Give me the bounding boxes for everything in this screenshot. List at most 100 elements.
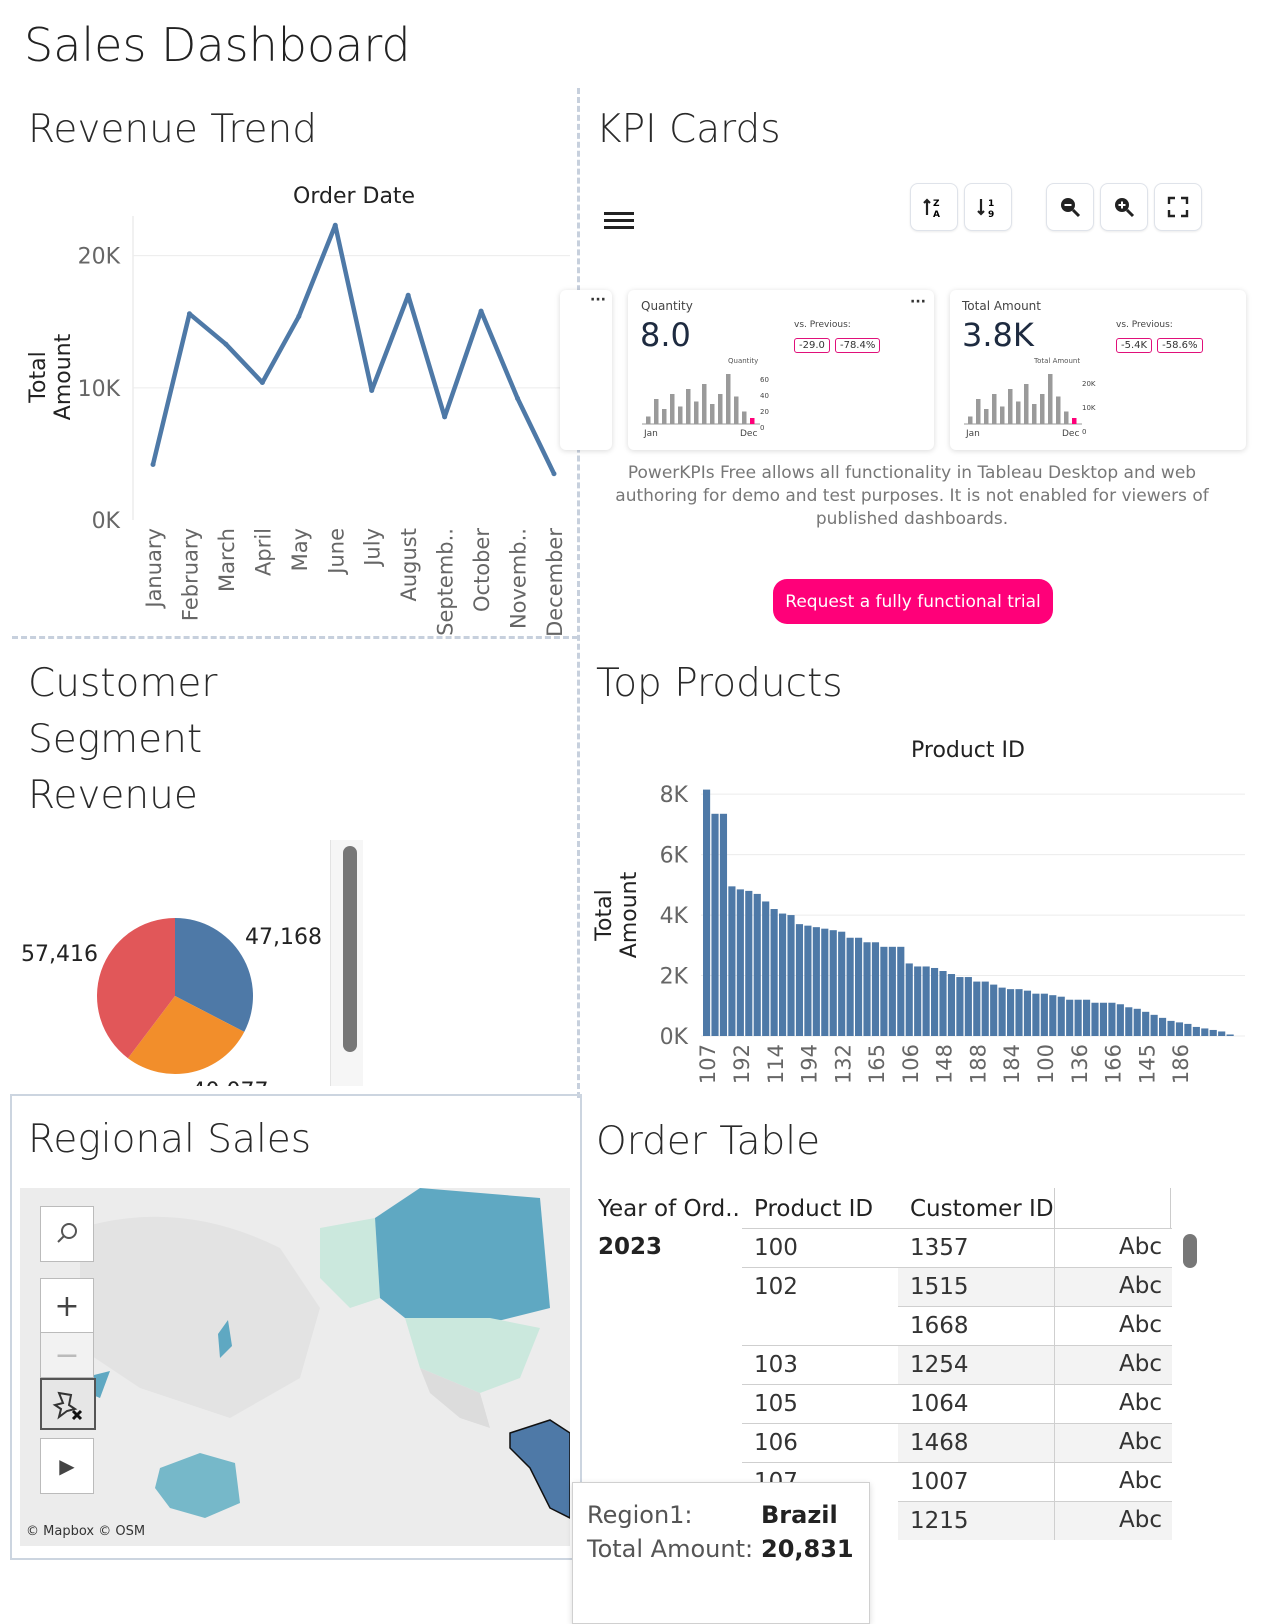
mini-bar (1000, 406, 1005, 424)
product-bar (931, 967, 939, 1036)
card-menu-icon[interactable]: ··· (910, 294, 926, 310)
product-bar (703, 789, 711, 1036)
usa-shape (405, 1318, 540, 1393)
pie-data-label: 47,168 (245, 925, 322, 950)
regional-map[interactable]: © Mapbox © OSM (20, 1188, 570, 1546)
x-tick-label: December (543, 528, 567, 637)
table-row[interactable]: 1668 Abc (742, 1306, 1172, 1345)
product-bar (880, 946, 888, 1036)
customer-id-cell: 1064 (910, 1391, 969, 1417)
column-divider (1054, 1228, 1055, 1267)
x-tick-label: 132 (831, 1044, 855, 1084)
table-row[interactable]: 105 1064 Abc (742, 1384, 1172, 1423)
asia-landmass (80, 1216, 320, 1418)
table-row[interactable]: 100 1357 Abc (742, 1228, 1172, 1267)
customer-id-cell: 1254 (910, 1352, 969, 1378)
product-bar (1057, 996, 1065, 1036)
product-bar (905, 963, 913, 1036)
mini-bar (1064, 411, 1069, 424)
hamburger-menu-icon[interactable] (604, 208, 634, 233)
product-bar (1091, 1002, 1099, 1036)
header-divider (1170, 1188, 1171, 1228)
abc-cell: Abc (1119, 1468, 1162, 1494)
column-header-year[interactable]: Year of Ord.. (598, 1196, 740, 1222)
header-divider (1054, 1188, 1055, 1228)
product-bar (779, 913, 787, 1036)
data-point (442, 414, 448, 420)
product-id-cell: 103 (754, 1352, 798, 1378)
mini-bar (694, 401, 699, 424)
zoom-out-icon[interactable] (1046, 183, 1094, 231)
mini-tick: 20 (760, 408, 769, 416)
product-id-cell: 102 (754, 1274, 798, 1300)
table-scrollbar-track[interactable] (1180, 1228, 1202, 1548)
table-row[interactable]: 102 1515 Abc (742, 1267, 1172, 1306)
mini-bar (1016, 401, 1021, 424)
kpi-delta-abs-badge: -5.4K (1116, 338, 1153, 353)
mini-bar (718, 394, 723, 424)
abc-cell: Abc (1119, 1390, 1162, 1416)
revenue-trend-chart: 0K 10K 20K January February March April May June… (78, 216, 570, 637)
product-bar (795, 924, 804, 1036)
row-divider (1054, 1306, 1172, 1307)
map-play-button[interactable]: ▶ (40, 1438, 94, 1494)
map-zoom-in-button[interactable]: + (40, 1278, 94, 1333)
product-bar (1125, 1007, 1133, 1036)
table-row[interactable]: 103 1254 Abc (742, 1345, 1172, 1384)
x-tick-label: 194 (798, 1044, 822, 1084)
mini-tick: 60 (760, 376, 769, 384)
pie-scrollbar-thumb[interactable] (343, 846, 357, 1052)
x-tick-label: 166 (1102, 1044, 1126, 1084)
kpi-delta-abs-badge: -29.0 (794, 338, 830, 353)
map-tooltip: Region1: Brazil Total Amount: 20,831 (572, 1482, 870, 1624)
request-trial-button[interactable]: Request a fully functional trial (773, 579, 1053, 624)
mini-bar (726, 374, 731, 424)
y-tick-label: 0K (660, 1025, 689, 1050)
card-menu-icon[interactable]: ··· (590, 292, 606, 308)
fullscreen-icon[interactable] (1154, 183, 1202, 231)
sort-ascending-icon[interactable]: ZA (910, 183, 958, 231)
product-bar (728, 886, 736, 1036)
data-point (150, 461, 156, 467)
title-line: Revenue (28, 773, 198, 818)
column-header-customer-id[interactable]: Customer ID (910, 1196, 1054, 1222)
tooltip-region-label: Region1: (587, 1501, 693, 1529)
mini-bar (1032, 404, 1037, 424)
row-divider (1054, 1345, 1172, 1346)
pie-scrollbar-track[interactable] (330, 840, 363, 1086)
top-products-chart: 0K 2K 4K 6K 8K 107 192 114 194 132 165 106 148 188 184… (660, 783, 1245, 1084)
row-divider (1054, 1267, 1172, 1268)
column-divider (1054, 1267, 1055, 1306)
map-search-button[interactable] (40, 1206, 94, 1262)
map-zoom-out-button[interactable]: − (40, 1332, 94, 1378)
x-tick-label: Septemb.. (434, 528, 458, 636)
zoom-in-icon[interactable] (1100, 183, 1148, 231)
x-tick-label: 184 (1000, 1044, 1024, 1084)
brazil-shape[interactable] (509, 1419, 570, 1519)
kpi-mini-x-end: Dec (1062, 429, 1080, 439)
table-scrollbar-thumb[interactable] (1183, 1234, 1197, 1268)
product-bar (1066, 999, 1074, 1036)
kpi-vs-label: vs. Previous: (1116, 320, 1173, 330)
minus-icon: − (54, 1337, 80, 1373)
product-bar (1175, 1022, 1184, 1036)
revenue-series-line (150, 223, 557, 475)
column-header-product-id[interactable]: Product ID (754, 1196, 873, 1222)
abc-cell: Abc (1119, 1351, 1162, 1377)
product-bar (829, 930, 837, 1036)
tooltip-amount-value: 20,831 (761, 1535, 854, 1563)
mini-bar (742, 411, 747, 424)
map-reset-pin-button[interactable] (40, 1378, 96, 1430)
kpi-mini-axis: 20K 10K 0 (1082, 372, 1096, 444)
sort-descending-icon[interactable]: 19 (964, 183, 1012, 231)
tooltip-region-value: Brazil (761, 1501, 838, 1529)
mini-bar (646, 416, 651, 424)
product-bar (998, 987, 1006, 1036)
x-tick-label: 114 (764, 1044, 788, 1084)
table-row[interactable]: 106 1468 Abc (742, 1423, 1172, 1462)
kpi-mini-x-start: Jan (966, 429, 980, 439)
product-id-cell: 105 (754, 1391, 798, 1417)
product-bar (1167, 1020, 1175, 1036)
tooltip-amount-label: Total Amount: (587, 1535, 754, 1563)
x-tick-label: October (470, 528, 494, 612)
